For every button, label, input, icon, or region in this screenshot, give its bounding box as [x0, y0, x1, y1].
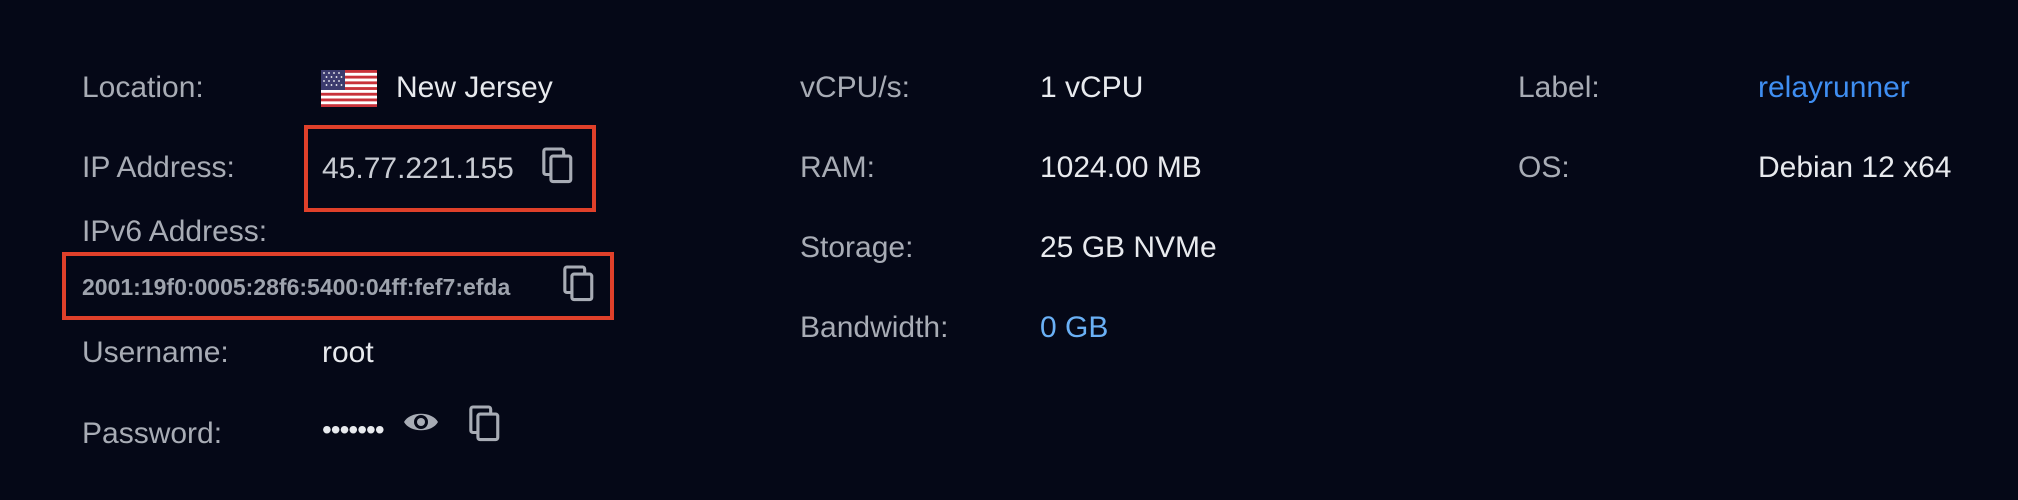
label-value-link[interactable]: relayrunner [1758, 70, 1910, 106]
storage-label: Storage: [800, 231, 914, 264]
vcpu-value: 1 vCPU [1040, 71, 1144, 104]
username-value: root [322, 336, 374, 369]
bandwidth-value: 0 GB [1040, 311, 1109, 344]
password-value: ••••••• [322, 414, 385, 445]
os-value: Debian 12 x64 [1758, 151, 1952, 184]
ram-label: RAM: [800, 151, 875, 184]
label-label: Label: [1518, 71, 1600, 104]
ipv6-copy-icon[interactable] [562, 264, 596, 304]
location-label: Location: [82, 71, 204, 104]
us-flag-icon [321, 70, 377, 107]
vcpu-label: vCPU/s: [800, 71, 911, 104]
eye-icon[interactable] [402, 408, 440, 436]
ip-copy-icon[interactable] [541, 146, 575, 186]
ip-address-label: IP Address: [82, 151, 235, 184]
password-copy-icon[interactable] [468, 404, 502, 444]
ip-address-value: 45.77.221.155 [322, 152, 514, 185]
location-value: New Jersey [396, 71, 553, 104]
ipv6-address-label: IPv6 Address: [82, 215, 268, 248]
storage-value: 25 GB NVMe [1040, 231, 1217, 264]
os-label: OS: [1518, 151, 1570, 184]
username-label: Username: [82, 336, 229, 369]
bandwidth-label: Bandwidth: [800, 311, 949, 344]
ram-value: 1024.00 MB [1040, 151, 1202, 184]
password-label: Password: [82, 417, 223, 450]
ipv6-address-value: 2001:19f0:0005:28f6:5400:04ff:fef7:efda [82, 274, 511, 300]
server-details-panel: Location: New Jersey IP Address: 45.77.2… [0, 0, 2018, 500]
